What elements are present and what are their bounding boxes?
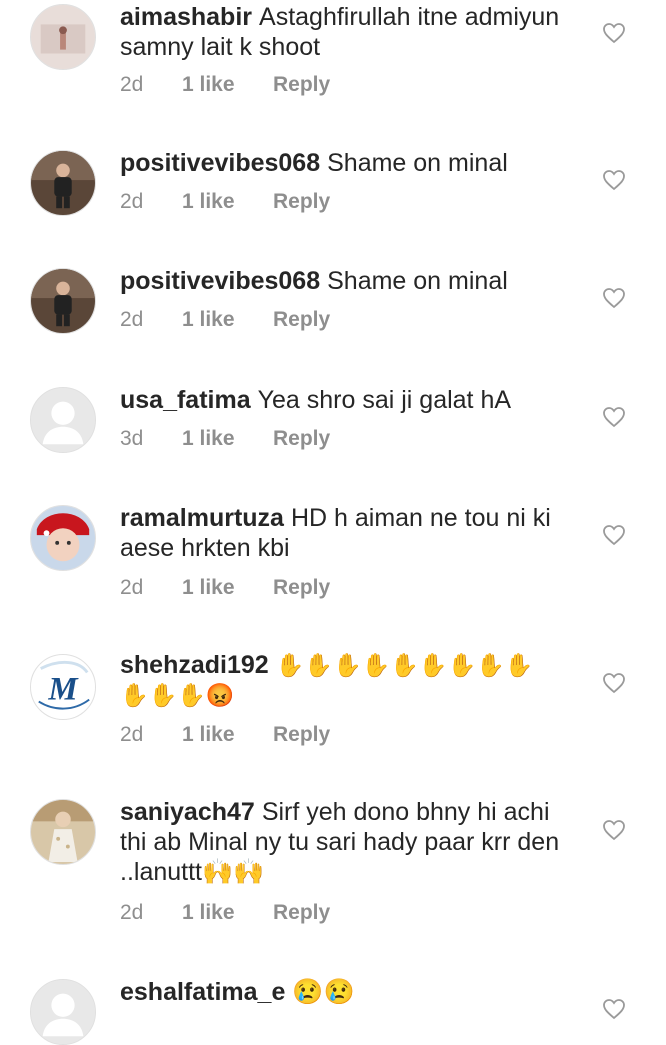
comment-text: aimashabir Astaghfirullah itne admiyun sa…	[120, 2, 560, 62]
heart-outline-icon[interactable]	[602, 406, 626, 428]
comment-username[interactable]: ramalmurtuza	[120, 504, 284, 532]
comment-username[interactable]: positivevibes068	[120, 267, 320, 295]
avatar[interactable]	[30, 799, 96, 865]
comment-body: 😢😢	[292, 978, 355, 1006]
comment-age: 3d	[120, 427, 144, 450]
heart-outline-icon[interactable]	[602, 998, 626, 1020]
heart-outline-icon[interactable]	[602, 524, 626, 546]
comment-username[interactable]: positivevibes068	[120, 149, 320, 177]
heart-outline-icon[interactable]	[602, 169, 626, 191]
svg-text:M: M	[47, 672, 79, 708]
avatar[interactable]	[30, 4, 96, 70]
heart-outline-icon[interactable]	[602, 672, 626, 694]
comment-text: saniyach47 Sirf yeh dono bhny hi achi thi…	[120, 797, 560, 887]
comment-text: ramalmurtuza HD h aiman ne tou ni ki aese…	[120, 503, 560, 563]
comment-username[interactable]: saniyach47	[120, 798, 255, 826]
comment-age: 2d	[120, 190, 144, 213]
comment-likes[interactable]: 1 like	[182, 575, 235, 601]
reply-button[interactable]: Reply	[273, 426, 330, 452]
reply-button[interactable]: Reply	[273, 189, 330, 215]
comment-username[interactable]: shehzadi192	[120, 651, 269, 679]
avatar[interactable]	[30, 979, 96, 1045]
comment-likes[interactable]: 1 like	[182, 722, 235, 748]
avatar[interactable]	[30, 387, 96, 453]
avatar[interactable]: M	[30, 654, 96, 720]
reply-button[interactable]: Reply	[273, 722, 330, 748]
comment-age: 2d	[120, 901, 144, 924]
comment-likes[interactable]: 1 like	[182, 426, 235, 452]
heart-outline-icon[interactable]	[602, 22, 626, 44]
comment-age: 2d	[120, 723, 144, 746]
comment-text: positivevibes068 Shame on minal	[120, 148, 560, 178]
comment-username[interactable]: aimashabir	[120, 3, 252, 31]
comment-age: 2d	[120, 308, 144, 331]
reply-button[interactable]: Reply	[273, 307, 330, 333]
comment-body: Yea shro sai ji galat hA	[257, 386, 512, 414]
comment-username[interactable]: eshalfatima_e	[120, 978, 285, 1006]
heart-outline-icon[interactable]	[602, 819, 626, 841]
heart-outline-icon[interactable]	[602, 287, 626, 309]
reply-button[interactable]: Reply	[273, 900, 330, 926]
avatar[interactable]	[30, 268, 96, 334]
avatar[interactable]	[30, 150, 96, 216]
comment-likes[interactable]: 1 like	[182, 72, 235, 98]
comment-body: Shame on minal	[327, 149, 508, 177]
comment-age: 2d	[120, 73, 144, 96]
comment-text: shehzadi192 ✋✋✋✋✋✋✋✋✋✋✋✋😡	[120, 650, 560, 710]
comment-username[interactable]: usa_fatima	[120, 386, 251, 414]
comment-text: positivevibes068 Shame on minal	[120, 266, 560, 296]
comment-text: eshalfatima_e 😢😢	[120, 977, 560, 1007]
avatar[interactable]	[30, 505, 96, 571]
comment-likes[interactable]: 1 like	[182, 189, 235, 215]
reply-button[interactable]: Reply	[273, 575, 330, 601]
comment-text: usa_fatima Yea shro sai ji galat hA	[120, 385, 560, 415]
comment-age: 2d	[120, 576, 144, 599]
reply-button[interactable]: Reply	[273, 72, 330, 98]
comment-likes[interactable]: 1 like	[182, 307, 235, 333]
comment-body: Shame on minal	[327, 267, 508, 295]
comment-likes[interactable]: 1 like	[182, 900, 235, 926]
